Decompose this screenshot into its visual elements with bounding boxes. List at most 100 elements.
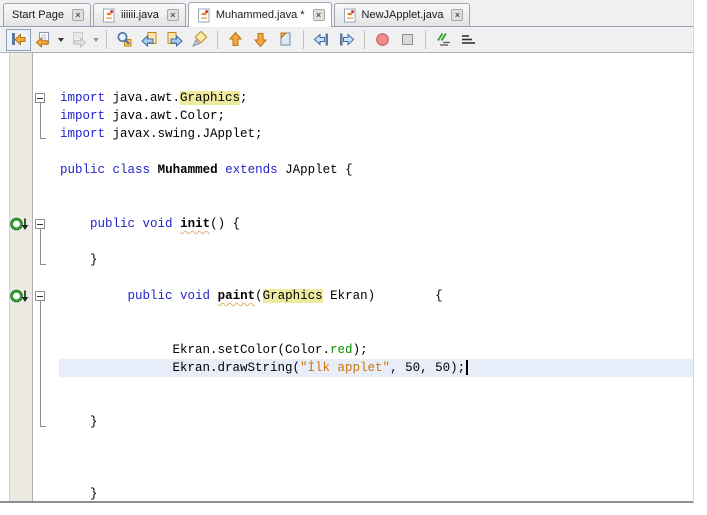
code-line-14[interactable]: [59, 323, 693, 341]
find-selection-button[interactable]: [112, 29, 137, 51]
back-dropdown[interactable]: [56, 29, 66, 51]
stop-macro-recording-button[interactable]: [395, 29, 420, 51]
toggle-bookmark-button[interactable]: [273, 29, 298, 51]
code-token: class: [112, 163, 151, 177]
find-next-occurrence-icon: [166, 31, 183, 48]
fold-collapse-icon[interactable]: [35, 291, 45, 301]
find-previous-occurrence-icon: [141, 31, 158, 48]
glyph-gutter: [9, 53, 33, 501]
code-line-20[interactable]: [59, 431, 693, 449]
tab-newjapplet-java[interactable]: NewJApplet.java ×: [333, 3, 471, 26]
overridden-method-icon[interactable]: [10, 217, 32, 231]
chevron-down-icon: [58, 37, 64, 42]
tab-iiiiii-java[interactable]: iiiiii.java ×: [92, 3, 186, 26]
code-token: javax.swing.JApplet;: [105, 127, 263, 141]
code-line-15[interactable]: Ekran.setColor(Color.red);: [59, 341, 693, 359]
shift-line-left-button[interactable]: [309, 29, 334, 51]
tab-start-page[interactable]: Start Page ×: [3, 3, 91, 26]
fold-guide-end: [40, 426, 46, 427]
code-line-2[interactable]: import java.awt.Color;: [59, 107, 693, 125]
code-line-9[interactable]: [59, 233, 693, 251]
chevron-down-icon: [93, 37, 99, 42]
previous-bookmark-button[interactable]: [223, 29, 248, 51]
tab-close-icon[interactable]: ×: [312, 9, 325, 21]
code-line-23[interactable]: }: [59, 485, 693, 501]
code-area[interactable]: import java.awt.Graphics; import java.awt…: [59, 53, 693, 501]
uncomment-button[interactable]: [456, 29, 481, 51]
tab-close-icon[interactable]: ×: [71, 9, 84, 21]
code-token: java.awt.Color;: [105, 109, 226, 123]
last-edit-location-button[interactable]: [6, 28, 31, 51]
code-line-5[interactable]: public class Muhammed extends JApplet {: [59, 161, 693, 179]
code-line-11[interactable]: [59, 269, 693, 287]
java-file-icon: [197, 8, 211, 23]
code-token: red: [330, 343, 353, 357]
code-line-3[interactable]: import javax.swing.JApplet;: [59, 125, 693, 143]
toggle-highlight-search-button[interactable]: [187, 29, 212, 51]
code-token: public: [90, 217, 136, 231]
toggle-highlight-search-icon: [191, 31, 208, 48]
code-token: }: [60, 253, 98, 267]
code-line-10[interactable]: }: [59, 251, 693, 269]
code-line-6[interactable]: [59, 179, 693, 197]
start-macro-recording-button[interactable]: [370, 29, 395, 51]
text-caret: [466, 360, 469, 375]
fold-collapse-icon[interactable]: [35, 93, 45, 103]
start-macro-recording-icon: [374, 31, 391, 48]
find-next-occurrence-button[interactable]: [162, 29, 187, 51]
tab-close-icon[interactable]: ×: [451, 9, 464, 21]
code-line-19[interactable]: }: [59, 413, 693, 431]
code-line-21[interactable]: [59, 449, 693, 467]
code-line-12[interactable]: public void paint(Graphics Ekran) {: [59, 287, 693, 305]
shift-line-right-button[interactable]: [334, 29, 359, 51]
code-token: }: [60, 415, 98, 429]
next-bookmark-icon: [252, 31, 269, 48]
code-line-8[interactable]: public void init() {: [59, 215, 693, 233]
comment-button[interactable]: [431, 29, 456, 51]
code-token: JApplet {: [277, 163, 353, 177]
code-token: Graphics: [262, 289, 323, 303]
tab-muhammed-java[interactable]: Muhammed.java * ×: [187, 2, 332, 27]
fold-guide-end: [40, 264, 46, 265]
forward-dropdown[interactable]: [91, 29, 101, 51]
code-token: public: [60, 163, 106, 177]
code-line-1[interactable]: import java.awt.Graphics;: [59, 89, 693, 107]
code-token: import: [60, 109, 106, 123]
code-line-18[interactable]: [59, 395, 693, 413]
back-button[interactable]: [31, 29, 56, 51]
forward-button[interactable]: [66, 29, 91, 51]
tab-label: Muhammed.java *: [215, 9, 305, 21]
find-previous-occurrence-button[interactable]: [137, 29, 162, 51]
code-token: void: [142, 217, 173, 231]
code-line-4[interactable]: [59, 143, 693, 161]
last-edit-location-icon: [10, 31, 27, 48]
code-token: Ekran.drawString(: [60, 361, 301, 375]
code-token: java.awt.: [105, 91, 181, 105]
code-line-17[interactable]: [59, 377, 693, 395]
code-token: public: [127, 289, 173, 303]
code-line-13[interactable]: [59, 305, 693, 323]
ide-window: Start Page × iiiiii.java × Muhammed.java * × N…: [0, 0, 694, 505]
fold-collapse-icon[interactable]: [35, 219, 45, 229]
shift-line-right-icon: [338, 31, 355, 48]
code-editor[interactable]: import java.awt.Graphics; import java.awt…: [0, 53, 693, 503]
code-line-22[interactable]: [59, 467, 693, 485]
toolbar-separator: [106, 30, 107, 49]
code-line-7[interactable]: [59, 197, 693, 215]
forward-icon: [70, 31, 87, 48]
fold-guide-line: [40, 301, 41, 426]
fold-guide-end: [40, 138, 46, 139]
code-line-16[interactable]: Ekran.drawString("İlk applet", 50, 50);: [59, 359, 693, 377]
next-bookmark-button[interactable]: [248, 29, 273, 51]
code-token: Ekran) {: [322, 289, 443, 303]
code-token: import: [60, 127, 106, 141]
editor-tab-bar: Start Page × iiiiii.java × Muhammed.java * × N…: [0, 0, 693, 27]
overridden-method-icon[interactable]: [10, 289, 32, 303]
tab-close-icon[interactable]: ×: [166, 9, 179, 21]
